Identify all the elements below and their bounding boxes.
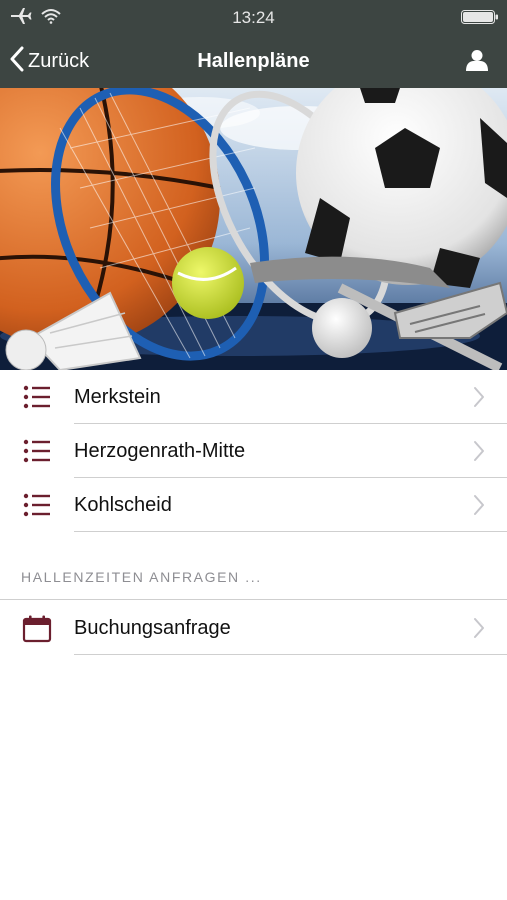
divider bbox=[0, 599, 507, 600]
list-item-buchungsanfrage[interactable]: Buchungsanfrage bbox=[0, 601, 507, 655]
chevron-right-icon bbox=[473, 386, 485, 413]
location-list: Merkstein Herzogenrath-Mitte Kohlscheid bbox=[0, 370, 507, 532]
chevron-left-icon bbox=[10, 46, 24, 77]
sports-hero-image bbox=[0, 88, 507, 370]
status-time: 13:24 bbox=[232, 8, 275, 27]
list-icon bbox=[22, 384, 52, 415]
chevron-right-icon bbox=[473, 494, 485, 521]
status-bar: 13:24 bbox=[0, 0, 507, 34]
navigation-bar: Zurück Hallenpläne bbox=[0, 34, 507, 88]
list-item-label: Kohlscheid bbox=[74, 494, 172, 516]
list-icon bbox=[22, 438, 52, 469]
list-icon bbox=[22, 492, 52, 523]
section-header-label: HALLENZEITEN ANFRAGEN ... bbox=[21, 569, 262, 585]
back-button[interactable]: Zurück bbox=[10, 46, 89, 76]
list-item-herzogenrath-mitte[interactable]: Herzogenrath-Mitte bbox=[0, 424, 507, 478]
divider bbox=[74, 654, 507, 655]
battery-icon bbox=[461, 10, 499, 29]
profile-icon[interactable] bbox=[465, 48, 489, 77]
chevron-right-icon bbox=[473, 440, 485, 467]
chevron-right-icon bbox=[473, 617, 485, 644]
section-header: HALLENZEITEN ANFRAGEN ... bbox=[0, 532, 507, 600]
list-item-label: Buchungsanfrage bbox=[74, 617, 231, 639]
booking-list: Buchungsanfrage bbox=[0, 601, 507, 655]
back-label: Zurück bbox=[28, 49, 90, 72]
top-bar: 13:24 Zurück Hallenpläne bbox=[0, 0, 507, 88]
list-item-label: Merkstein bbox=[74, 386, 161, 408]
list-item-label: Herzogenrath-Mitte bbox=[74, 440, 246, 462]
list-item-merkstein[interactable]: Merkstein bbox=[0, 370, 507, 424]
calendar-icon bbox=[22, 615, 52, 648]
list-item-kohlscheid[interactable]: Kohlscheid bbox=[0, 478, 507, 532]
